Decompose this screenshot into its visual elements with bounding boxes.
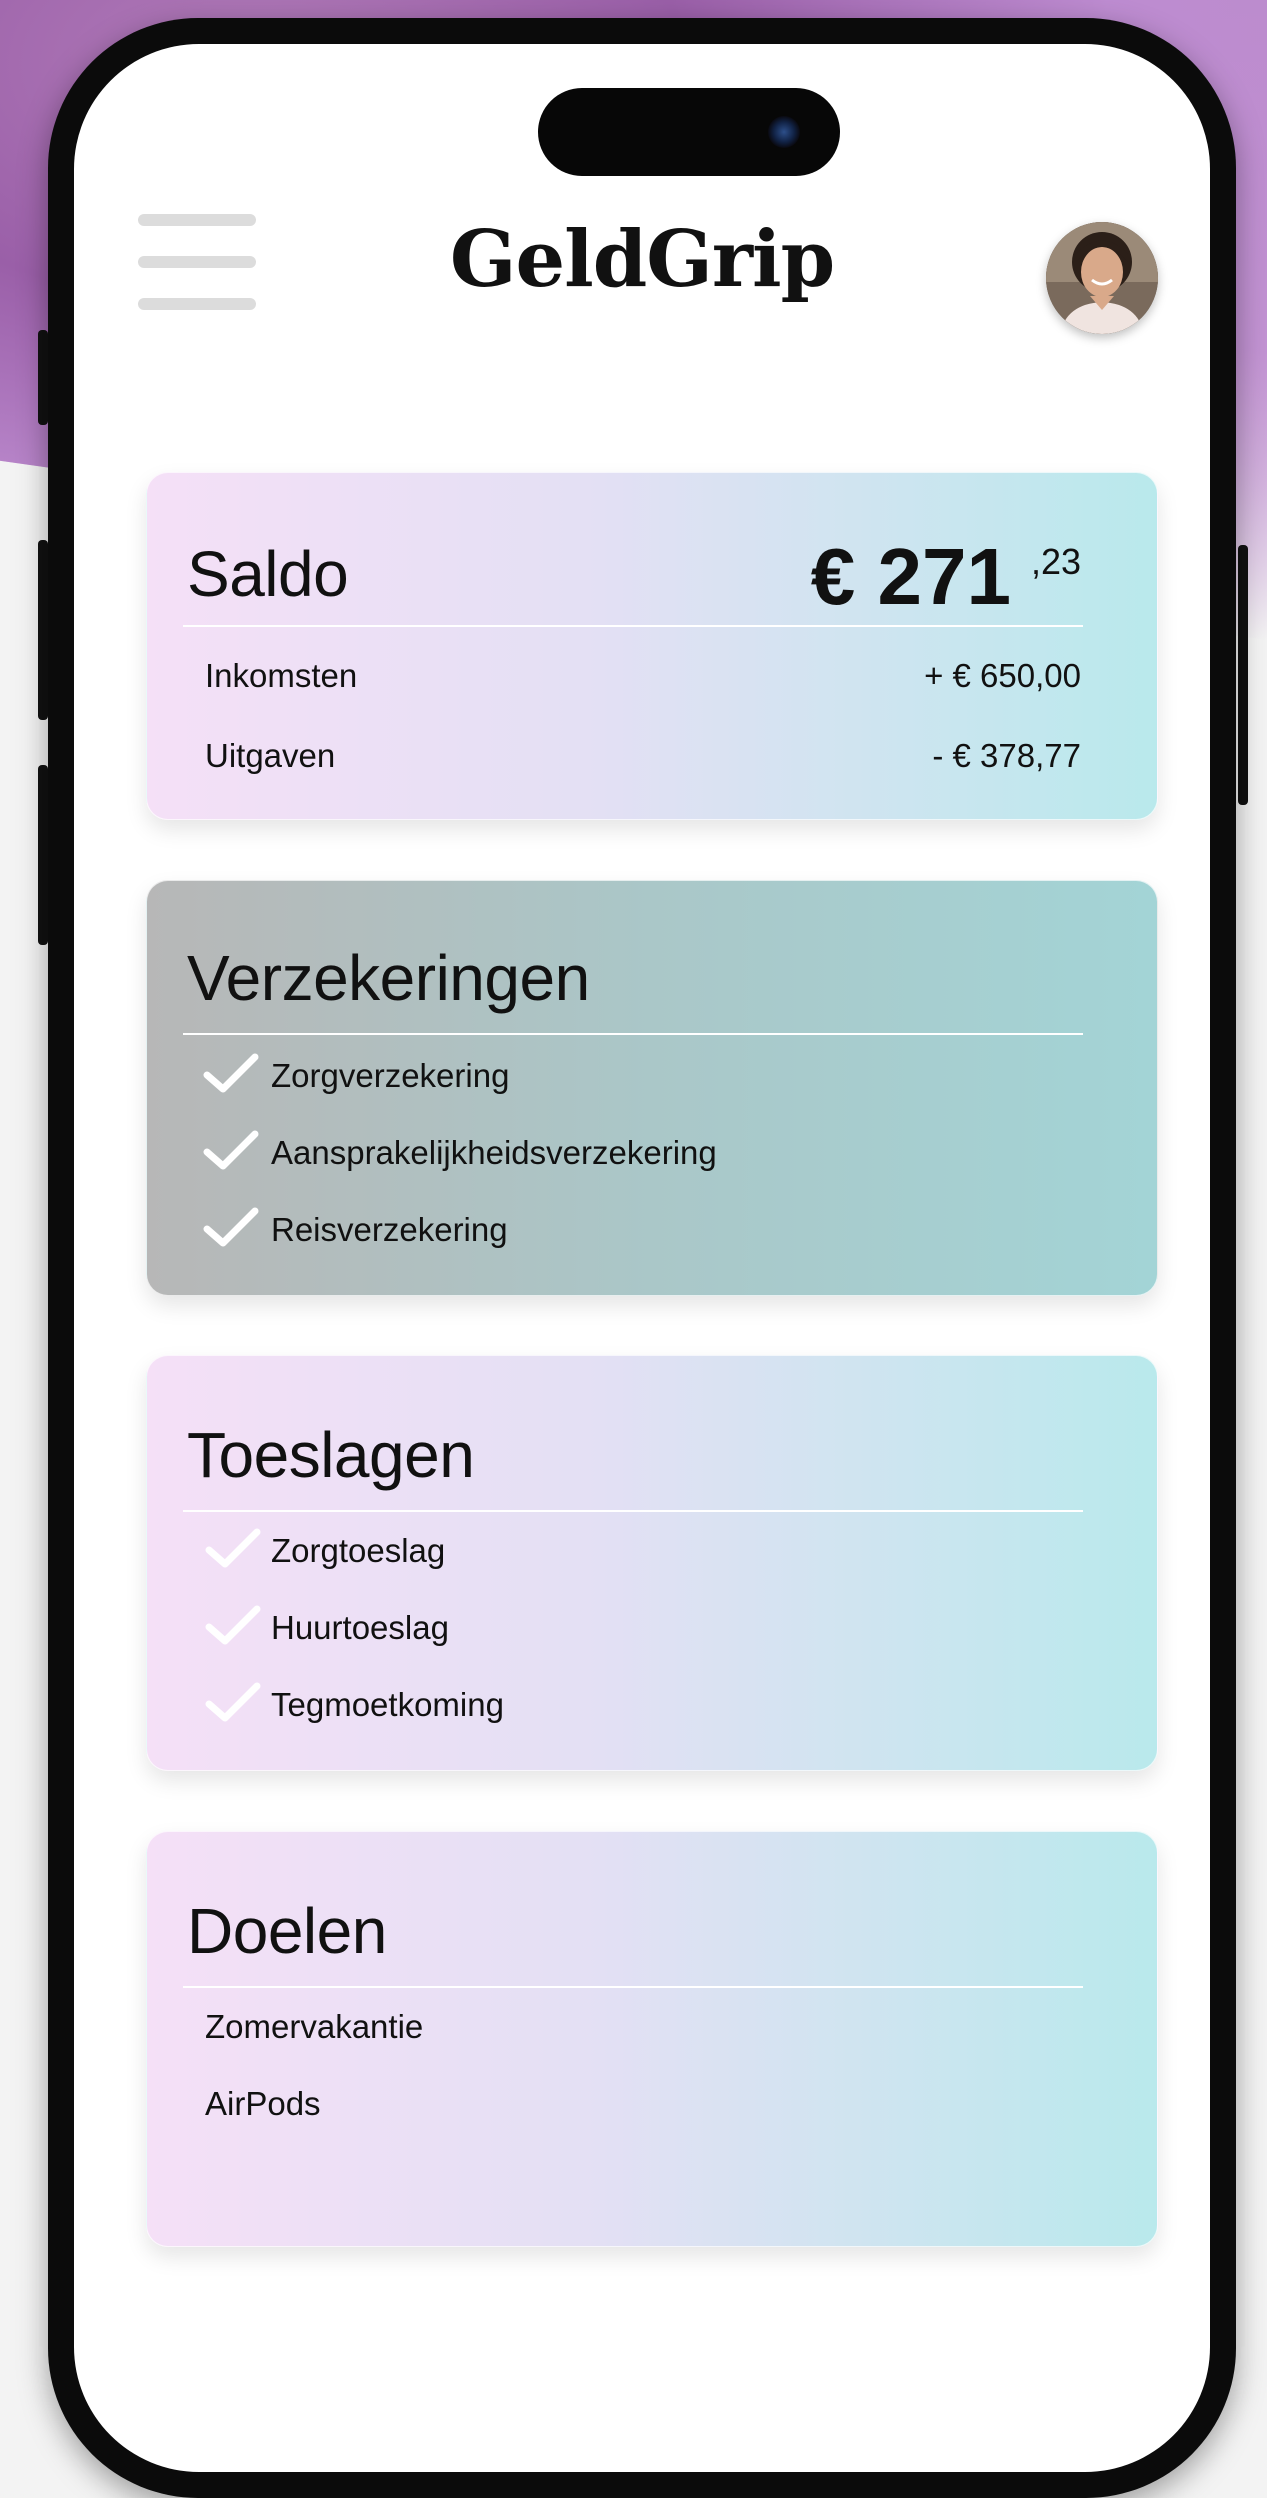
insurance-item: Reisverzekering	[271, 1211, 508, 1248]
balance-amount: € 271	[810, 532, 1011, 621]
insurance-item: Aansprakelijkheidsverzekering	[271, 1134, 717, 1171]
goals-title: Doelen	[187, 1895, 387, 1967]
dynamic-island	[538, 88, 840, 176]
check-icon	[205, 1605, 261, 1645]
balance-card[interactable]: Saldo € 271 ,23 Inkomsten + € 650,00 Uit…	[146, 472, 1158, 820]
divider	[183, 625, 1083, 627]
divider	[183, 1510, 1083, 1512]
camera-icon	[768, 116, 800, 148]
app-title: GeldGrip	[449, 214, 835, 305]
balance-title: Saldo	[187, 538, 349, 610]
divider	[183, 1033, 1083, 1035]
insurances-title: Verzekeringen	[187, 942, 590, 1014]
power-button	[1238, 545, 1248, 805]
action-button	[38, 330, 48, 425]
goal-item[interactable]: AirPods	[205, 2085, 321, 2123]
check-icon	[205, 1682, 261, 1722]
allowance-item: Zorgtoeslag	[271, 1532, 446, 1569]
allowances-title: Toeslagen	[187, 1419, 475, 1491]
user-avatar[interactable]	[1046, 222, 1158, 334]
goals-card[interactable]: Doelen Zomervakantie AirPods	[146, 1831, 1158, 2247]
balance-cents: ,23	[1030, 541, 1081, 582]
check-icon	[203, 1207, 259, 1247]
phone-screen: GeldGrip Saldo € 271 ,23 Inkomsten + € 6…	[74, 44, 1210, 2472]
allowance-item: Huurtoeslag	[271, 1609, 449, 1646]
expenses-value: - € 378,77	[932, 737, 1081, 774]
check-icon	[203, 1130, 259, 1170]
insurances-card[interactable]: Verzekeringen Zorgverzekering Aansprakel…	[146, 880, 1158, 1296]
divider	[183, 1986, 1083, 1988]
goal-item[interactable]: Zomervakantie	[205, 2008, 423, 2046]
check-icon	[205, 1528, 261, 1568]
expenses-label: Uitgaven	[205, 737, 336, 774]
volume-down-button	[38, 765, 48, 945]
allowances-card[interactable]: Toeslagen Zorgtoeslag Huurtoeslag Tegmoe…	[146, 1355, 1158, 1771]
insurance-item: Zorgverzekering	[271, 1057, 510, 1094]
phone-frame: GeldGrip Saldo € 271 ,23 Inkomsten + € 6…	[48, 18, 1236, 2498]
allowance-item: Tegmoetkoming	[271, 1686, 504, 1723]
check-icon	[203, 1053, 259, 1093]
income-value: + € 650,00	[924, 657, 1081, 694]
volume-up-button	[38, 540, 48, 720]
income-label: Inkomsten	[205, 657, 358, 694]
